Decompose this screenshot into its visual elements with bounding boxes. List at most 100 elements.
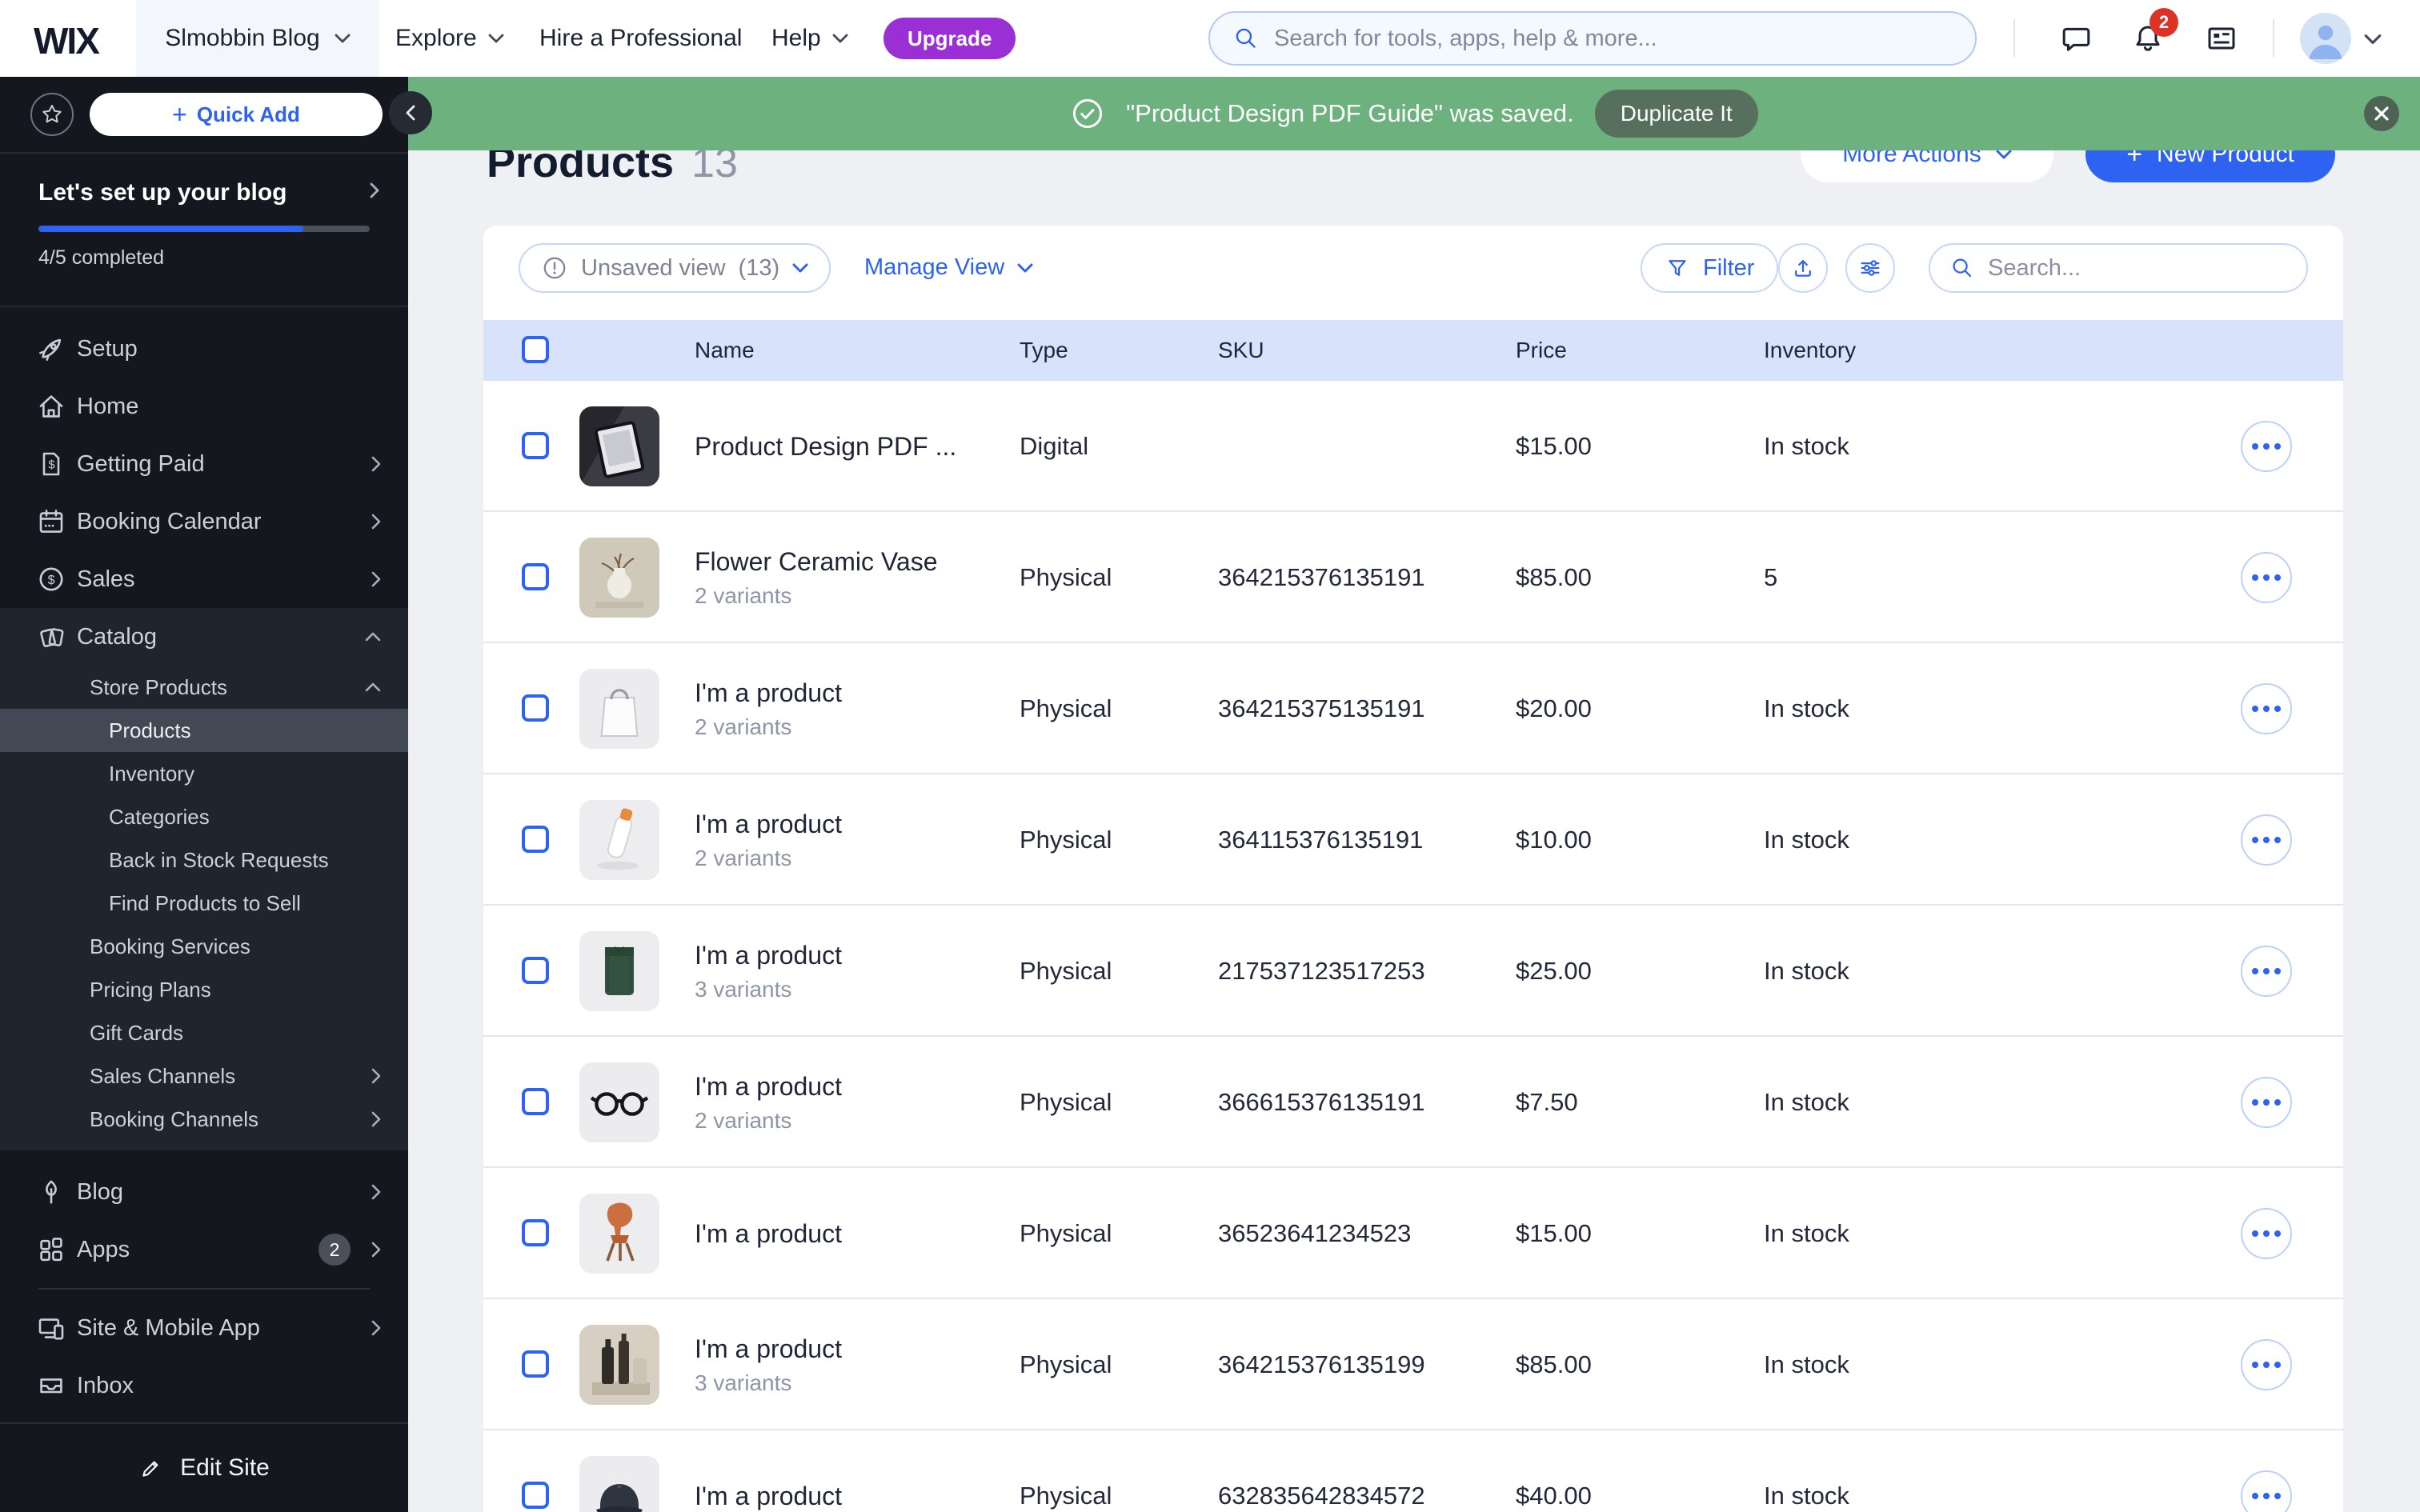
sidebar-item-gift-cards[interactable]: Gift Cards — [0, 1011, 408, 1054]
product-name[interactable]: I'm a product — [695, 678, 1008, 708]
sidebar-item-store-products[interactable]: Store Products — [0, 666, 408, 709]
sidebar-item-getting-paid[interactable]: $ Getting Paid — [0, 435, 408, 493]
product-name[interactable]: I'm a product — [695, 1072, 1008, 1102]
edit-site-button[interactable]: Edit Site — [0, 1422, 408, 1512]
site-menu-label: Slmobbin Blog — [165, 25, 320, 51]
sidebar-item-label: Inventory — [109, 761, 194, 786]
sidebar-item-booking-services[interactable]: Booking Services — [0, 925, 408, 968]
quick-add-button[interactable]: + Quick Add — [90, 93, 383, 136]
sidebar-item-categories[interactable]: Categories — [0, 795, 408, 838]
duplicate-it-button[interactable]: Duplicate It — [1594, 90, 1758, 138]
setup-progress-card[interactable]: Let's set up your blog 4/5 completed — [0, 154, 408, 307]
row-more-actions-button[interactable] — [2241, 1077, 2292, 1128]
row-more-actions-button[interactable] — [2241, 946, 2292, 997]
sidebar-item-label: Home — [77, 393, 139, 419]
sidebar-item-inventory[interactable]: Inventory — [0, 752, 408, 795]
nav-hire-a-professional[interactable]: Hire a Professional — [539, 0, 742, 77]
row-checkbox[interactable] — [522, 694, 549, 722]
row-checkbox[interactable] — [522, 432, 549, 459]
sidebar-item-catalog[interactable]: Catalog — [0, 608, 408, 666]
row-more-actions-button[interactable] — [2241, 552, 2292, 603]
table-row: I'm a product 3 variants Physical 217537123… — [483, 906, 2343, 1037]
cell-price: $85.00 — [1516, 1350, 1592, 1378]
chat-icon[interactable] — [2058, 21, 2093, 56]
sidebar-item-find-products-to-sell[interactable]: Find Products to Sell — [0, 882, 408, 925]
cell-price: $85.00 — [1516, 563, 1592, 591]
topbar-divider — [2013, 19, 2015, 58]
column-header-sku[interactable]: SKU — [1218, 320, 1264, 381]
nav-help[interactable]: Help — [771, 0, 848, 77]
product-name[interactable]: I'm a product — [695, 810, 1008, 839]
sidebar-item-pricing-plans[interactable]: Pricing Plans — [0, 968, 408, 1011]
global-search-input[interactable] — [1274, 25, 1953, 52]
sidebar-item-booking-calendar[interactable]: Booking Calendar — [0, 493, 408, 550]
table-row: I'm a product 2 variants Physical 366615376… — [483, 1037, 2343, 1168]
setup-progress-status: 4/5 completed — [38, 246, 165, 269]
export-button[interactable] — [1778, 243, 1828, 293]
sidebar-item-inbox[interactable]: Inbox — [0, 1357, 408, 1414]
sidebar-item-booking-channels[interactable]: Booking Channels — [0, 1098, 408, 1141]
sidebar-collapse-button[interactable] — [389, 91, 432, 134]
column-header-name[interactable]: Name — [695, 320, 755, 381]
account-chevron-down-icon[interactable] — [2364, 34, 2382, 45]
calendar-icon — [35, 506, 67, 538]
column-header-type[interactable]: Type — [1020, 320, 1068, 381]
site-menu[interactable]: Slmobbin Blog — [136, 0, 379, 77]
sidebar-item-back-in-stock-requests[interactable]: Back in Stock Requests — [0, 838, 408, 882]
row-more-actions-button[interactable] — [2241, 683, 2292, 734]
row-more-actions-button[interactable] — [2241, 814, 2292, 866]
sidebar-item-sales-channels[interactable]: Sales Channels — [0, 1054, 408, 1098]
upgrade-button[interactable]: Upgrade — [883, 18, 1016, 59]
cell-sku: 217537123517253 — [1218, 957, 1425, 985]
view-selector[interactable]: Unsaved view (13) — [519, 243, 831, 293]
pencil-icon — [138, 1455, 164, 1481]
sidebar-item-blog[interactable]: Blog — [0, 1163, 408, 1221]
sidebar-top: + Quick Add — [0, 77, 408, 154]
sidebar-item-apps[interactable]: Apps 2 — [0, 1221, 408, 1278]
news-icon[interactable] — [2204, 21, 2239, 56]
row-checkbox[interactable] — [522, 563, 549, 590]
row-checkbox[interactable] — [522, 1219, 549, 1246]
customize-columns-button[interactable] — [1845, 243, 1895, 293]
sidebar-item-sales[interactable]: $ Sales — [0, 550, 408, 608]
table-search[interactable] — [1929, 243, 2308, 293]
row-checkbox[interactable] — [522, 826, 549, 853]
product-name[interactable]: I'm a product — [695, 1334, 1008, 1364]
sidebar-item-products[interactable]: Products — [0, 709, 408, 752]
select-all-checkbox[interactable] — [522, 336, 549, 363]
warning-icon — [541, 254, 568, 282]
global-search[interactable] — [1208, 11, 1977, 66]
product-name[interactable]: I'm a product — [695, 1482, 1008, 1511]
banner-close-icon[interactable] — [2364, 96, 2399, 131]
sidebar-item-setup[interactable]: Setup — [0, 320, 408, 378]
sidebar-item-label: Getting Paid — [77, 450, 205, 477]
cell-inventory: In stock — [1764, 432, 1849, 460]
product-name[interactable]: Product Design PDF ... — [695, 432, 1008, 462]
product-name[interactable]: I'm a product — [695, 941, 1008, 970]
setup-progress-fill — [38, 226, 304, 232]
column-header-price[interactable]: Price — [1516, 320, 1567, 381]
favorites-star-icon[interactable] — [30, 93, 74, 136]
row-checkbox[interactable] — [522, 1088, 549, 1115]
product-name[interactable]: Flower Ceramic Vase — [695, 547, 1008, 577]
row-checkbox[interactable] — [522, 1350, 549, 1378]
nav-explore[interactable]: Explore — [395, 0, 504, 77]
column-header-inventory[interactable]: Inventory — [1764, 320, 1856, 381]
row-more-actions-button[interactable] — [2241, 1208, 2292, 1259]
cell-type: Physical — [1020, 1219, 1112, 1247]
sidebar-item-home[interactable]: Home — [0, 378, 408, 435]
avatar[interactable] — [2300, 13, 2351, 64]
sidebar-item-site-mobile-app[interactable]: Site & Mobile App — [0, 1299, 408, 1357]
row-more-actions-button[interactable] — [2241, 421, 2292, 472]
product-name[interactable]: I'm a product — [695, 1219, 1008, 1249]
cell-inventory: In stock — [1764, 826, 1849, 854]
cell-inventory: In stock — [1764, 1482, 1849, 1510]
row-more-actions-button[interactable] — [2241, 1339, 2292, 1390]
row-checkbox[interactable] — [522, 1482, 549, 1509]
manage-view-button[interactable]: Manage View — [864, 254, 1033, 281]
table-search-input[interactable] — [1988, 254, 2287, 282]
row-more-actions-button[interactable] — [2241, 1470, 2292, 1512]
product-name-cell: I'm a product — [695, 1168, 1008, 1299]
row-checkbox[interactable] — [522, 957, 549, 984]
filter-button[interactable]: Filter — [1641, 243, 1779, 293]
